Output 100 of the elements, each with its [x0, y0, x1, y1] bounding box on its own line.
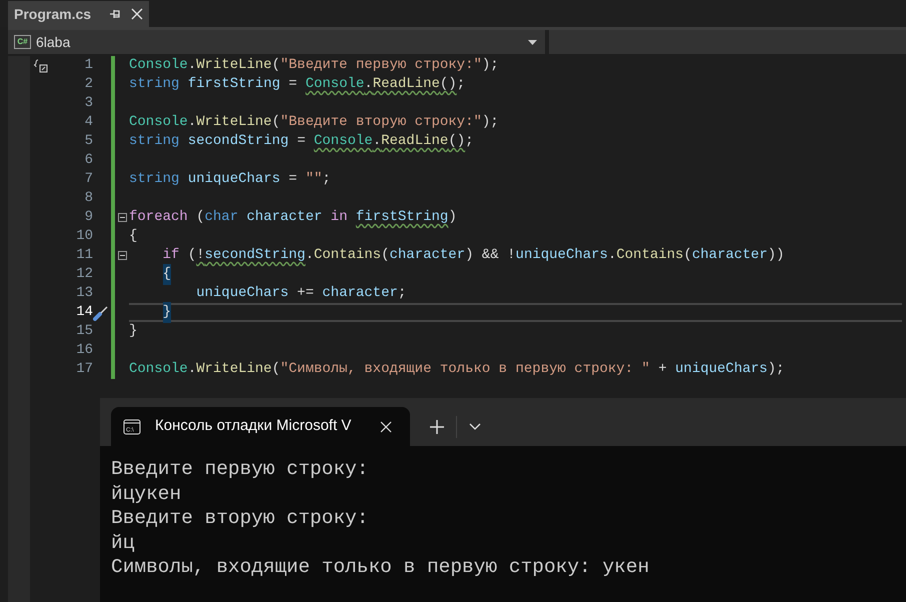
screwdriver-icon[interactable]	[93, 304, 109, 320]
code-token: ))	[768, 246, 784, 265]
code-token: ()	[440, 75, 457, 94]
code-token: (	[272, 360, 280, 379]
code-token: (	[188, 246, 196, 265]
code-token: (	[684, 246, 692, 265]
code-token: uniqueChars	[675, 360, 768, 379]
line-number: 16	[75, 341, 93, 360]
line-number: 15	[75, 322, 93, 341]
code-token: uniqueChars	[188, 170, 280, 189]
code-token: );	[482, 56, 499, 75]
line-number: 1	[84, 56, 93, 75]
line-number: 10	[75, 227, 93, 246]
code-token: WriteLine	[196, 113, 272, 132]
code-token: .	[364, 75, 373, 94]
code-token: character	[246, 208, 322, 227]
line-number: 13	[75, 284, 93, 303]
line-number: 8	[84, 189, 93, 208]
code-token: .	[608, 246, 616, 265]
code-token: string	[129, 170, 180, 189]
code-token: Console	[129, 56, 188, 75]
pin-icon[interactable]	[109, 8, 121, 20]
code-token: Contains	[616, 246, 684, 265]
line-number: 4	[84, 113, 93, 132]
console-output-line: Введите первую строку:	[111, 457, 370, 482]
code-token: Contains	[314, 246, 382, 265]
code-token: string	[129, 75, 180, 94]
code-token: secondString	[204, 246, 306, 265]
code-token: {	[162, 264, 172, 285]
code-token: character	[390, 246, 466, 265]
line-number: 7	[84, 170, 93, 189]
code-token: .	[188, 56, 196, 75]
code-token: .	[188, 113, 196, 132]
code-token: WriteLine	[196, 360, 272, 379]
code-token: "Введите первую строку:"	[280, 56, 482, 75]
code-token: ()	[448, 132, 466, 151]
code-token: (	[381, 246, 390, 265]
code-token: (	[272, 56, 280, 75]
code-token: ReadLine	[372, 75, 440, 94]
close-icon[interactable]	[380, 420, 392, 432]
code-token: Console	[314, 132, 373, 151]
code-token: firstString	[188, 75, 280, 94]
close-icon[interactable]	[131, 8, 143, 20]
csharp-project-icon: C#	[14, 35, 31, 49]
code-token: }	[129, 322, 138, 341]
code-token: uniqueChars	[196, 284, 289, 303]
code-token: if	[162, 246, 180, 265]
code-token: .	[372, 132, 382, 151]
code-token: (	[272, 113, 280, 132]
code-token: char	[204, 208, 238, 227]
collapse-icon[interactable]	[118, 213, 126, 222]
line-number: 5	[84, 132, 93, 151]
code-token: string	[129, 132, 180, 151]
line-number: 2	[84, 75, 93, 94]
code-token: {	[129, 227, 138, 246]
code-token: =	[288, 75, 298, 94]
console-tab-title: Консоль отладки Microsoft V	[155, 416, 352, 436]
code-token: uniqueChars	[516, 246, 608, 265]
line-number: 14	[75, 303, 93, 322]
console-output-line: йцукен	[111, 482, 182, 506]
code-token: =	[297, 132, 306, 151]
document-tab[interactable]: Program.cs	[8, 1, 149, 27]
code-token: Console	[129, 360, 188, 379]
collapse-icon[interactable]	[118, 251, 126, 260]
code-token: )	[448, 208, 457, 227]
code-token: WriteLine	[196, 56, 272, 75]
code-token: =	[288, 170, 298, 189]
scope-icon	[33, 58, 49, 74]
code-token: secondString	[188, 132, 289, 151]
code-token: (	[196, 208, 205, 227]
line-number: 12	[75, 265, 93, 284]
code-token: "Введите вторую строку:"	[280, 113, 482, 132]
code-token: +	[658, 360, 667, 379]
code-token: );	[768, 360, 784, 379]
console-output-line: Символы, входящие только в первую строку: укен	[111, 555, 650, 580]
code-token: .	[188, 360, 196, 379]
code-token: ;	[456, 75, 466, 94]
code-token: character	[692, 246, 768, 265]
code-token: .	[305, 246, 314, 265]
line-number: 6	[84, 151, 93, 170]
tab-title: Program.cs	[14, 4, 92, 24]
dropdown-caret-icon	[528, 40, 537, 44]
new-tab-icon[interactable]	[430, 420, 444, 434]
code-token: ) && !	[465, 246, 516, 265]
code-token: ;	[465, 132, 474, 151]
code-token: character	[322, 284, 398, 303]
project-name: 6laba	[36, 32, 70, 52]
chevron-down-icon[interactable]	[469, 422, 481, 430]
code-token: "Символы, входящие только в первую строку: "	[280, 360, 650, 379]
code-token: in	[330, 208, 348, 227]
code-token: !	[196, 246, 205, 265]
line-number: 3	[84, 94, 93, 113]
code-token: Console	[305, 75, 364, 94]
code-token: foreach	[129, 208, 188, 227]
code-token: Console	[129, 113, 188, 132]
code-token: ""	[305, 170, 322, 189]
line-number: 11	[75, 246, 93, 265]
code-token: ;	[322, 170, 331, 189]
project-dropdown[interactable]: C# 6laba	[8, 30, 545, 54]
code-token: ReadLine	[381, 132, 448, 151]
